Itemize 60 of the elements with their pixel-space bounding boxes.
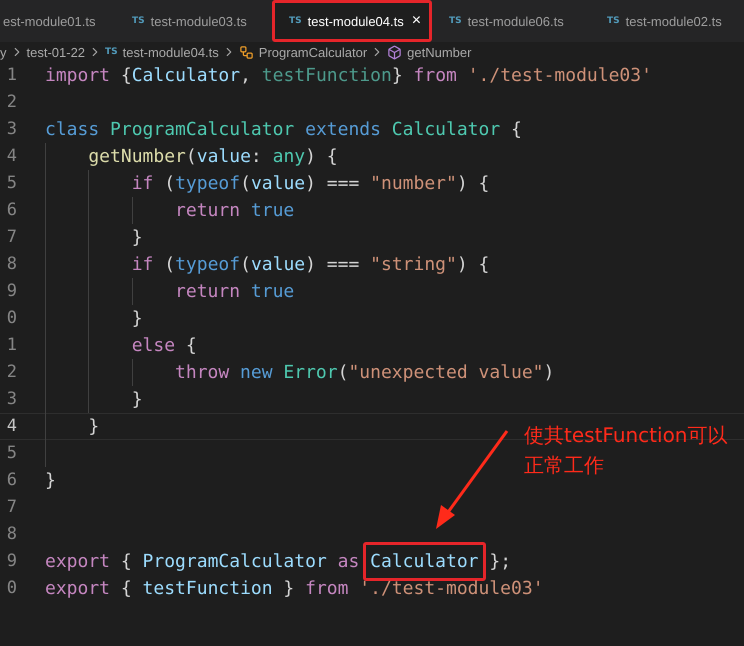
code-line: }; (488, 550, 512, 574)
line-number: 1 (6, 334, 17, 357)
class-icon (238, 44, 254, 60)
code-line: if (typeof(value) === "string") { (132, 253, 490, 277)
line-number: 2 (6, 91, 17, 114)
code-line: class ProgramCalculator extends Calculator { (45, 118, 522, 142)
line-number: 9 (6, 280, 17, 303)
line-number: 6 (6, 199, 17, 222)
indent-guide (132, 278, 133, 305)
line-number: 4 (6, 145, 17, 168)
code-line: } (132, 307, 143, 331)
tab-label: test-module04.ts (308, 14, 404, 28)
line-number: 7 (6, 496, 17, 519)
typescript-icon: TS (105, 47, 118, 57)
tab-label: test-module06.ts (468, 14, 564, 28)
line-number: 0 (6, 577, 17, 600)
code-line: return true (175, 280, 294, 304)
code-line: return true (175, 199, 294, 223)
line-number: 8 (6, 253, 17, 276)
code-line: } (132, 226, 143, 250)
line-number: 6 (6, 469, 17, 492)
line-number: 7 (6, 226, 17, 249)
line-number: 3 (6, 118, 17, 141)
editor-tab[interactable]: TS test-module04.ts × (272, 0, 432, 42)
line-number: 8 (6, 523, 17, 546)
code-line: } (132, 388, 143, 412)
typescript-icon: TS (607, 16, 620, 26)
tab-label: test-module03.ts (150, 14, 247, 28)
indent-guide (132, 197, 133, 224)
line-number: 5 (6, 442, 17, 465)
line-number: 3 (6, 388, 17, 411)
annotation-text: 使其testFunction可以正常工作 (524, 422, 728, 479)
code-line: } (45, 469, 56, 493)
typescript-icon: TS (289, 16, 302, 26)
code-line: export { ProgramCalculator as (45, 550, 360, 574)
indent-guide (132, 359, 133, 386)
highlight-box: Calculator (363, 542, 486, 581)
breadcrumb-item[interactable]: y (0, 44, 6, 60)
code-line: if (typeof(value) === "number") { (132, 172, 490, 196)
line-number: 2 (6, 361, 17, 384)
line-number: 0 (6, 307, 17, 330)
close-icon[interactable]: × (412, 12, 422, 30)
code-line: throw new Error("unexpected value") (175, 361, 554, 385)
tab-label: est-module01.ts (3, 14, 96, 28)
breadcrumb-item[interactable]: getNumber (407, 44, 472, 60)
code-line: import {Calculator, testFunction} from './test-module03' (45, 64, 652, 88)
line-number: 9 (6, 550, 17, 573)
typescript-icon: TS (132, 16, 145, 26)
cube-icon (387, 44, 402, 60)
line-number: 4 (6, 415, 17, 438)
line-number: 1 (6, 64, 17, 87)
code-line: else { (132, 334, 197, 358)
breadcrumb-item[interactable]: test-01-22 (26, 44, 86, 60)
code-line: getNumber(value: any) { (88, 145, 338, 169)
breadcrumb-item[interactable]: test-module04.ts (122, 44, 219, 60)
breadcrumb-item[interactable]: ProgramCalculator (258, 44, 368, 60)
typescript-icon: TS (449, 16, 462, 26)
line-number: 5 (6, 172, 17, 195)
code-line: } (88, 415, 100, 439)
tab-label: test-module02.ts (626, 14, 722, 28)
